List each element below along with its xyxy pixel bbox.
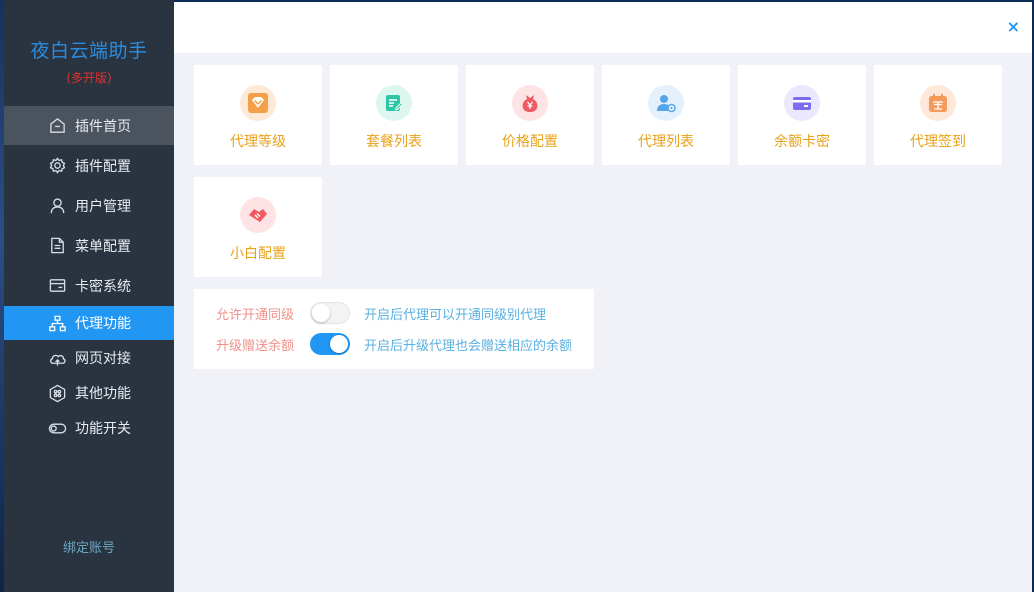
card-label: 代理等级: [230, 134, 286, 150]
main-panel: × 代理等级 套餐列表 价格配置 代理列表 余额卡密 代理签到 小白配置 允许开…: [174, 2, 1032, 592]
sidebar-item-label: 代理功能: [75, 316, 131, 332]
sidebar-item-menu-config[interactable]: 菜单配置: [4, 226, 174, 265]
setting-description: 开启后升级代理也会赠送相应的余额: [364, 338, 573, 354]
sidebar: 夜白云端助手 (多开版) 插件首页 插件配置 用户管理 菜单配置 卡密系统 代理…: [4, 0, 174, 592]
cloud-icon: [47, 348, 67, 368]
card-label: 代理签到: [910, 134, 966, 150]
upgrade-bonus-toggle[interactable]: [310, 333, 350, 355]
sitemap-icon: [47, 313, 67, 333]
sidebar-item-web-integration[interactable]: 网页对接: [4, 341, 174, 375]
calendar-sign-icon: [920, 85, 956, 121]
card-label: 余额卡密: [774, 134, 830, 150]
edit-list-icon: [376, 85, 412, 121]
sidebar-item-card-system[interactable]: 卡密系统: [4, 266, 174, 305]
card-xiaobai-config[interactable]: 小白配置: [194, 177, 322, 277]
toggle-icon: [47, 418, 67, 438]
document-icon: [47, 236, 67, 256]
top-bar: ×: [174, 2, 1032, 53]
sidebar-item-label: 用户管理: [75, 198, 131, 215]
home-icon: [47, 116, 67, 136]
sidebar-item-agent-functions[interactable]: 代理功能: [4, 306, 174, 340]
sidebar-item-label: 其他功能: [75, 386, 131, 402]
app-title: 夜白云端助手: [30, 40, 148, 62]
app-subtitle: (多开版): [66, 71, 112, 85]
card-label: 套餐列表: [366, 134, 422, 150]
setting-label: 允许开通同级: [215, 307, 294, 323]
sidebar-item-user-management[interactable]: 用户管理: [4, 186, 174, 225]
setting-row-upgrade-bonus: 升级赠送余额 开启后升级代理也会赠送相应的余额: [194, 332, 594, 356]
setting-label: 升级赠送余额: [215, 338, 294, 354]
card-agent-signin[interactable]: 代理签到: [874, 65, 1002, 165]
sidebar-item-label: 插件配置: [75, 158, 131, 175]
card-balance-card[interactable]: 余额卡密: [738, 65, 866, 165]
money-bag-icon: [512, 85, 548, 121]
card-icon: [47, 276, 67, 296]
sidebar-item-label: 菜单配置: [75, 238, 131, 255]
sidebar-item-label: 卡密系统: [75, 278, 131, 295]
sidebar-item-plugin-config[interactable]: 插件配置: [4, 146, 174, 185]
card-label: 价格配置: [502, 134, 558, 150]
toggle-knob: [312, 304, 330, 322]
card-price-config[interactable]: 价格配置: [466, 65, 594, 165]
handshake-icon: [240, 197, 276, 233]
sidebar-item-label: 插件首页: [75, 118, 131, 135]
sidebar-item-plugin-home[interactable]: 插件首页: [4, 106, 174, 145]
grid-icon: [47, 383, 67, 403]
user-settings-icon: [648, 85, 684, 121]
toggle-knob: [330, 335, 348, 353]
card-agent-level[interactable]: 代理等级: [194, 65, 322, 165]
sidebar-item-feature-switches[interactable]: 功能开关: [4, 411, 174, 445]
allow-same-level-toggle[interactable]: [310, 302, 350, 324]
user-icon: [47, 196, 67, 216]
gear-icon: [47, 156, 67, 176]
close-icon[interactable]: ×: [1007, 19, 1020, 35]
sidebar-item-label: 功能开关: [75, 421, 131, 437]
wallet-card-icon: [784, 85, 820, 121]
card-package-list[interactable]: 套餐列表: [330, 65, 458, 165]
brand: 夜白云端助手 (多开版): [4, 36, 174, 86]
card-agent-list[interactable]: 代理列表: [602, 65, 730, 165]
setting-description: 开启后代理可以开通同级别代理: [364, 307, 547, 323]
bind-account-button[interactable]: 绑定账号: [4, 537, 174, 556]
settings-panel: 允许开通同级 开启后代理可以开通同级别代理 升级赠送余额 开启后升级代理也会赠送…: [194, 289, 594, 369]
sidebar-item-label: 网页对接: [75, 351, 131, 367]
card-label: 小白配置: [230, 246, 286, 262]
sidebar-item-other-functions[interactable]: 其他功能: [4, 376, 174, 410]
setting-row-allow-same-level: 允许开通同级 开启后代理可以开通同级别代理: [194, 301, 594, 325]
diamond-icon: [240, 85, 276, 121]
card-label: 代理列表: [638, 134, 694, 150]
